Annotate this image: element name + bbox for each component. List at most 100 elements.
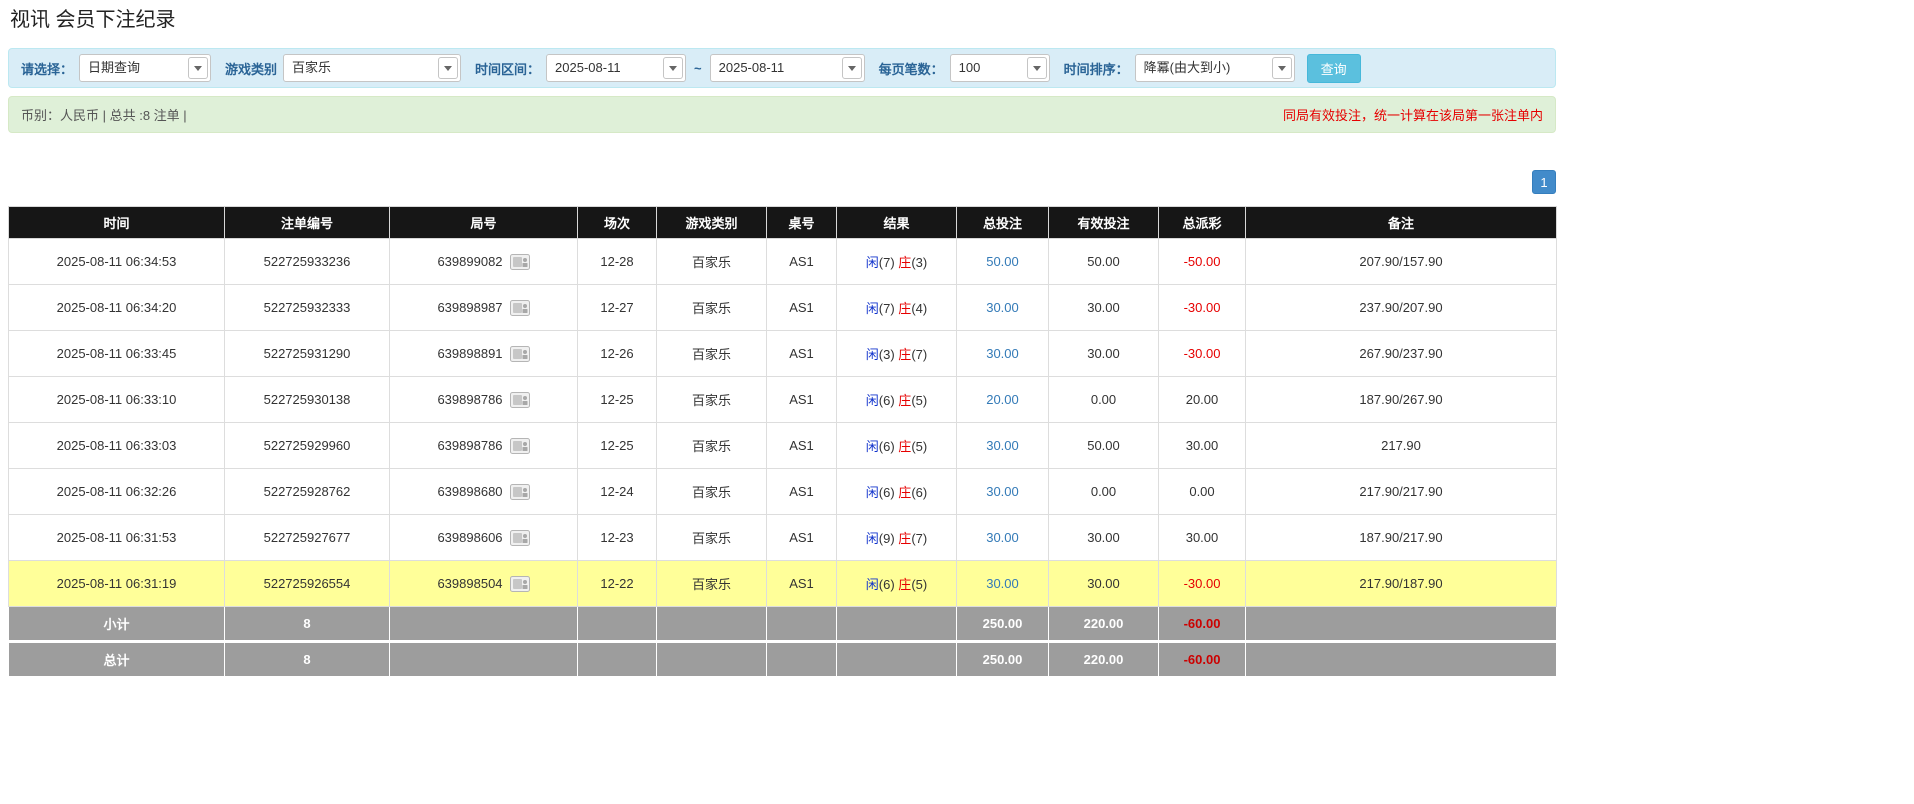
- summary-row: 总计8250.00220.00-60.00: [9, 642, 1557, 677]
- page-button[interactable]: 1: [1532, 170, 1556, 194]
- table-row: 2025-08-11 06:33:10522725930138639898786…: [9, 377, 1557, 423]
- round-video-icon[interactable]: [510, 530, 530, 546]
- chevron-down-icon[interactable]: [1272, 57, 1292, 79]
- chevron-down-icon[interactable]: [188, 57, 208, 79]
- total-bet-link[interactable]: 30.00: [986, 438, 1019, 453]
- game-type: 百家乐: [657, 377, 767, 423]
- summary-empty: [767, 607, 837, 642]
- result-banker-label: 庄: [898, 255, 911, 270]
- total-bet-cell: 30.00: [957, 469, 1049, 515]
- column-header: 场次: [578, 207, 657, 239]
- page-size-label: 每页笔数：: [879, 59, 944, 78]
- date-from-select[interactable]: 2025-08-11: [546, 54, 686, 82]
- note: 217.90: [1246, 423, 1557, 469]
- column-header: 游戏类别: [657, 207, 767, 239]
- total-bet-link[interactable]: 30.00: [986, 346, 1019, 361]
- table-no: AS1: [767, 515, 837, 561]
- page-size-select[interactable]: 100: [950, 54, 1050, 82]
- note: 207.90/157.90: [1246, 239, 1557, 285]
- result-banker-score: (7): [911, 531, 927, 546]
- result-player-label: 闲: [866, 439, 879, 454]
- total-bet-link[interactable]: 30.00: [986, 576, 1019, 591]
- pagination: 1: [8, 170, 1556, 194]
- round-video-icon[interactable]: [510, 254, 530, 270]
- column-header: 桌号: [767, 207, 837, 239]
- game-type: 百家乐: [657, 469, 767, 515]
- result-banker-score: (5): [911, 393, 927, 408]
- round-id: 639898987: [437, 300, 502, 315]
- round-id: 639899082: [437, 254, 502, 269]
- total-bet-cell: 30.00: [957, 515, 1049, 561]
- bet-id: 522725927677: [225, 515, 390, 561]
- chevron-down-icon[interactable]: [438, 57, 458, 79]
- round-video-icon[interactable]: [510, 392, 530, 408]
- summary-payout: -60.00: [1159, 607, 1246, 642]
- game-type: 百家乐: [657, 239, 767, 285]
- session-no: 12-24: [578, 469, 657, 515]
- table-body: 2025-08-11 06:34:53522725933236639899082…: [9, 239, 1557, 607]
- payout: 20.00: [1159, 377, 1246, 423]
- table-no: AS1: [767, 561, 837, 607]
- session-no: 12-25: [578, 423, 657, 469]
- valid-bet: 30.00: [1049, 515, 1159, 561]
- time-range-label: 时间区间：: [475, 59, 540, 78]
- table-row: 2025-08-11 06:31:19522725926554639898504…: [9, 561, 1557, 607]
- payout: -30.00: [1159, 561, 1246, 607]
- total-bet-link[interactable]: 20.00: [986, 392, 1019, 407]
- summary-valid-bet: 220.00: [1049, 607, 1159, 642]
- round-cell: 639898987: [390, 285, 578, 331]
- date-to-select[interactable]: 2025-08-11: [710, 54, 865, 82]
- game-type: 百家乐: [657, 331, 767, 377]
- total-bet-link[interactable]: 30.00: [986, 484, 1019, 499]
- table-header-row: 时间注单编号局号场次游戏类别桌号结果总投注有效投注总派彩备注: [9, 207, 1557, 239]
- result-banker-score: (5): [911, 577, 927, 592]
- table-footer: 小计8250.00220.00-60.00总计8250.00220.00-60.…: [9, 607, 1557, 677]
- chevron-down-icon[interactable]: [663, 57, 683, 79]
- table-row: 2025-08-11 06:33:03522725929960639898786…: [9, 423, 1557, 469]
- result-banker-label: 庄: [898, 531, 911, 546]
- page: 视讯 会员下注纪录 请选择： 日期查询 游戏类别 百家乐 时间区间： 2025-…: [8, 0, 1556, 677]
- column-header: 备注: [1246, 207, 1557, 239]
- note: 187.90/267.90: [1246, 377, 1557, 423]
- result-cell: 闲(9) 庄(7): [837, 515, 957, 561]
- valid-bet-note: 同局有效投注，统一计算在该局第一张注单内: [1283, 105, 1543, 124]
- total-bet-cell: 50.00: [957, 239, 1049, 285]
- summary-total-bet: 250.00: [957, 642, 1049, 677]
- chevron-down-icon[interactable]: [842, 57, 862, 79]
- round-id: 639898504: [437, 576, 502, 591]
- summary-payout: -60.00: [1159, 642, 1246, 677]
- round-id: 639898680: [437, 484, 502, 499]
- result-player-label: 闲: [866, 347, 879, 362]
- table-no: AS1: [767, 423, 837, 469]
- total-bet-link[interactable]: 50.00: [986, 254, 1019, 269]
- bet-time: 2025-08-11 06:32:26: [9, 469, 225, 515]
- search-button[interactable]: 查询: [1307, 54, 1361, 83]
- result-player-score: (9): [879, 531, 899, 546]
- round-video-icon[interactable]: [510, 438, 530, 454]
- result-player-score: (6): [879, 393, 899, 408]
- query-type-select[interactable]: 日期查询: [79, 54, 211, 82]
- round-video-icon[interactable]: [510, 484, 530, 500]
- column-header: 有效投注: [1049, 207, 1159, 239]
- game-type-value: 百家乐: [284, 55, 436, 81]
- bet-time: 2025-08-11 06:34:53: [9, 239, 225, 285]
- bet-time: 2025-08-11 06:33:45: [9, 331, 225, 377]
- summary-total-bet: 250.00: [957, 607, 1049, 642]
- time-sort-label: 时间排序：: [1064, 59, 1129, 78]
- total-bet-link[interactable]: 30.00: [986, 300, 1019, 315]
- round-video-icon[interactable]: [510, 300, 530, 316]
- time-sort-select[interactable]: 降冪(由大到小): [1135, 54, 1295, 82]
- result-banker-label: 庄: [898, 347, 911, 362]
- filter-panel: 请选择： 日期查询 游戏类别 百家乐 时间区间： 2025-08-11 ~ 20…: [8, 48, 1556, 88]
- round-video-icon[interactable]: [510, 576, 530, 592]
- valid-bet: 0.00: [1049, 469, 1159, 515]
- round-video-icon[interactable]: [510, 346, 530, 362]
- chevron-down-icon[interactable]: [1027, 57, 1047, 79]
- round-cell: 639898504: [390, 561, 578, 607]
- total-bet-link[interactable]: 30.00: [986, 530, 1019, 545]
- table-no: AS1: [767, 239, 837, 285]
- game-type-label: 游戏类别: [225, 59, 277, 78]
- game-type-select[interactable]: 百家乐: [283, 54, 461, 82]
- query-type-value: 日期查询: [80, 55, 186, 81]
- bet-time: 2025-08-11 06:34:20: [9, 285, 225, 331]
